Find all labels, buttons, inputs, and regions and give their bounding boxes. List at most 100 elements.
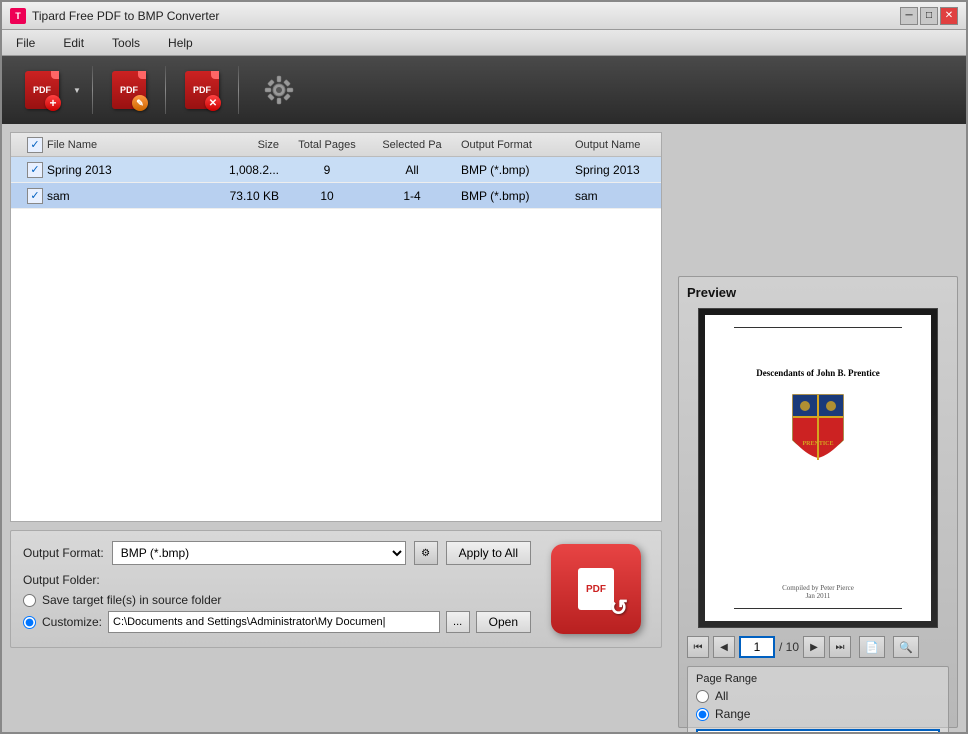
last-page-button[interactable]: ⏭ xyxy=(829,636,851,658)
add-pdf-icon: PDF + xyxy=(21,69,63,111)
convert-area: PDF ↺ xyxy=(543,544,649,634)
format-settings-icon-button[interactable]: ⚙ xyxy=(414,541,438,565)
all-pages-radio-row: All xyxy=(696,689,940,703)
menu-help[interactable]: Help xyxy=(162,34,199,52)
view-mode-button-1[interactable]: 📄 xyxy=(859,636,885,658)
row2-checkbox[interactable]: ✓ xyxy=(27,188,43,204)
next-page-button[interactable]: ▶ xyxy=(803,636,825,658)
folder-label-row: Output Folder: xyxy=(23,573,531,587)
page-total-label: / 10 xyxy=(779,640,799,654)
file-list-area: ✓ File Name Size Total Pages Selected Pa… xyxy=(10,132,662,522)
menu-bar: File Edit Tools Help xyxy=(2,30,966,56)
toolbar: PDF + ▼ PDF ✎ PDF ✕ xyxy=(2,56,966,124)
range-radio[interactable] xyxy=(696,708,709,721)
menu-edit[interactable]: Edit xyxy=(57,34,90,52)
convert-icon: PDF ↺ xyxy=(568,561,624,617)
view-mode-button-2[interactable]: 🔍 xyxy=(893,636,919,658)
convert-arrow-icon: ↺ xyxy=(610,595,628,621)
main-content: ✓ File Name Size Total Pages Selected Pa… xyxy=(2,124,966,734)
first-page-button[interactable]: ⏮ xyxy=(687,636,709,658)
row2-size: 73.10 KB xyxy=(207,189,287,203)
bottom-panel: Output Format: BMP (*.bmp) ⚙ Apply to Al… xyxy=(10,530,662,648)
col-header-total: Total Pages xyxy=(287,139,367,151)
preview-bottom-line xyxy=(734,608,902,609)
range-input[interactable] xyxy=(696,729,940,734)
row1-name: Spring 2013 xyxy=(47,163,207,177)
customize-radio[interactable] xyxy=(23,616,36,629)
range-radio-row: Range xyxy=(696,707,940,721)
settings-button[interactable] xyxy=(255,66,303,114)
save-source-radio[interactable] xyxy=(23,594,36,607)
row1-size: 1,008.2... xyxy=(207,163,287,177)
row1-selected: All xyxy=(367,163,457,177)
close-button[interactable]: ✕ xyxy=(940,7,958,25)
edit-badge-icon: ✎ xyxy=(132,95,148,111)
page-range-section: Page Range All Range Pages: e.g.(1,3,6,8… xyxy=(687,666,949,734)
right-panel: Preview Descendants of John B. Prentice xyxy=(678,276,958,728)
row2-format: BMP (*.bmp) xyxy=(457,189,567,203)
app-icon: T xyxy=(10,8,26,24)
col-header-size: Size xyxy=(207,139,287,151)
row2-total: 10 xyxy=(287,189,367,203)
remove-badge-icon: ✕ xyxy=(205,95,221,111)
output-format-label: Output Format: xyxy=(23,546,104,560)
open-folder-button[interactable]: Open xyxy=(476,611,531,633)
file-row[interactable]: ✓ sam 73.10 KB 10 1-4 BMP (*.bmp) sam xyxy=(11,183,661,209)
edit-pdf-button[interactable]: PDF ✎ xyxy=(101,62,157,118)
row1-output: Spring 2013 xyxy=(567,163,661,177)
customize-label: Customize: xyxy=(42,615,102,629)
left-area: ✓ File Name Size Total Pages Selected Pa… xyxy=(2,124,670,734)
save-source-radio-row: Save target file(s) in source folder xyxy=(23,593,531,607)
row1-format: BMP (*.bmp) xyxy=(457,163,567,177)
col-header-format: Output Format xyxy=(457,139,567,151)
remove-pdf-icon: PDF ✕ xyxy=(181,69,223,111)
toolbar-separator-2 xyxy=(165,66,166,114)
customize-radio-row: Customize: ... Open xyxy=(23,611,531,633)
path-input[interactable] xyxy=(108,611,440,633)
all-pages-label: All xyxy=(715,689,728,703)
pdf-doc-icon: PDF + xyxy=(25,71,59,109)
row1-checkbox[interactable]: ✓ xyxy=(27,162,43,178)
preview-top-line xyxy=(734,327,902,328)
svg-text:PRENTICE: PRENTICE xyxy=(802,441,833,447)
format-row: Output Format: BMP (*.bmp) ⚙ Apply to Al… xyxy=(23,541,531,565)
preview-doc-subtitle: Compiled by Peter Pierce Jan 2011 xyxy=(782,584,854,600)
prev-page-button[interactable]: ◀ xyxy=(713,636,735,658)
toolbar-separator-1 xyxy=(92,66,93,114)
nav-controls: ⏮ ◀ / 10 ▶ ⏭ 📄 🔍 xyxy=(687,636,949,658)
page-number-input[interactable] xyxy=(739,636,775,658)
output-format-select[interactable]: BMP (*.bmp) xyxy=(112,541,406,565)
menu-tools[interactable]: Tools xyxy=(106,34,146,52)
preview-doc-title: Descendants of John B. Prentice xyxy=(756,368,880,378)
apply-to-all-button[interactable]: Apply to All xyxy=(446,541,531,565)
preview-inner: Descendants of John B. Prentice xyxy=(705,315,931,621)
preview-label: Preview xyxy=(687,285,949,300)
browse-button[interactable]: ... xyxy=(446,611,470,633)
remove-pdf-button[interactable]: PDF ✕ xyxy=(174,62,230,118)
pdf-remove-doc-icon: PDF ✕ xyxy=(185,71,219,109)
row2-name: sam xyxy=(47,189,207,203)
window-title: Tipard Free PDF to BMP Converter xyxy=(32,9,219,23)
pdf-edit-doc-icon: PDF ✎ xyxy=(112,71,146,109)
add-badge-icon: + xyxy=(45,95,61,111)
minimize-button[interactable]: ─ xyxy=(900,7,918,25)
select-all-checkbox[interactable]: ✓ xyxy=(27,137,43,153)
add-pdf-button[interactable]: PDF + xyxy=(14,62,70,118)
add-pdf-dropdown-arrow[interactable]: ▼ xyxy=(70,62,84,118)
maximize-button[interactable]: □ xyxy=(920,7,938,25)
add-pdf-button-group: PDF + ▼ xyxy=(14,62,84,118)
preview-image: Descendants of John B. Prentice xyxy=(698,308,938,628)
col-header-selected: Selected Pa xyxy=(367,139,457,151)
menu-file[interactable]: File xyxy=(10,34,41,52)
col-header-name: File Name xyxy=(47,139,207,151)
convert-button[interactable]: PDF ↺ xyxy=(551,544,641,634)
gear-icon xyxy=(261,72,297,108)
all-pages-radio[interactable] xyxy=(696,690,709,703)
row1-total: 9 xyxy=(287,163,367,177)
file-row[interactable]: ✓ Spring 2013 1,008.2... 9 All BMP (*.bm… xyxy=(11,157,661,183)
range-label: Range xyxy=(715,707,750,721)
settings-area: Output Format: BMP (*.bmp) ⚙ Apply to Al… xyxy=(23,541,531,637)
col-header-output: Output Name xyxy=(567,139,661,151)
save-source-label: Save target file(s) in source folder xyxy=(42,593,221,607)
crest-icon: PRENTICE xyxy=(783,390,853,470)
